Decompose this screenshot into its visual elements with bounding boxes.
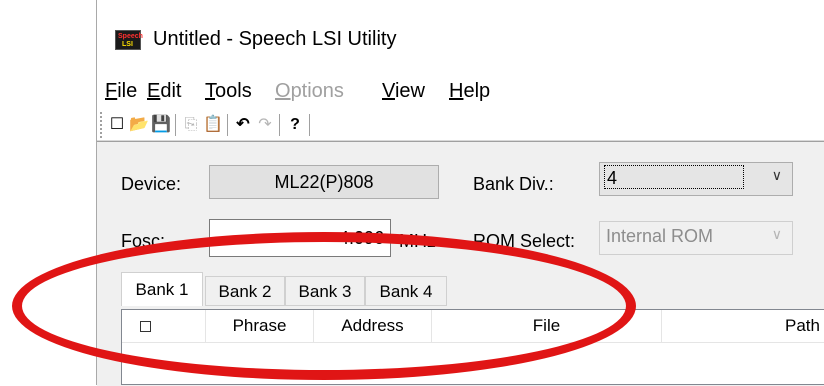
device-label: Device: bbox=[121, 174, 182, 194]
menu-options[interactable]: Options bbox=[275, 80, 344, 103]
toolbar-separator bbox=[175, 114, 176, 136]
column-file[interactable]: File bbox=[432, 310, 662, 342]
select-all-column[interactable] bbox=[122, 310, 206, 342]
bank-div-value: 4 bbox=[604, 165, 744, 189]
copy-icon[interactable]: ⎘ bbox=[181, 114, 201, 136]
fosc-input[interactable]: 4.096 bbox=[209, 219, 391, 257]
device-field: ML22(P)808 bbox=[209, 165, 439, 199]
menu-view[interactable]: View bbox=[382, 80, 425, 103]
redo-icon[interactable]: ↷ bbox=[255, 114, 275, 136]
tab-bank-1[interactable]: Bank 1 bbox=[121, 272, 203, 306]
chevron-down-icon: ∨ bbox=[771, 226, 782, 242]
toolbar-grip[interactable] bbox=[100, 112, 102, 138]
app-window: Speech LSI Untitled - Speech LSI Utility… bbox=[96, 0, 824, 386]
help-icon[interactable]: ? bbox=[285, 114, 305, 136]
chevron-down-icon: ∨ bbox=[771, 167, 782, 183]
column-path[interactable]: Path bbox=[662, 310, 824, 342]
tab-bank-3[interactable]: Bank 3 bbox=[285, 276, 365, 306]
fosc-unit: MHz bbox=[399, 231, 436, 251]
rom-select-value: Internal ROM bbox=[606, 226, 714, 246]
select-all-checkbox[interactable] bbox=[140, 321, 151, 332]
menu-file[interactable]: File bbox=[105, 80, 137, 103]
toolbar: ☐ 📂 💾 ⎘ 📋 ↶ ↷ ? bbox=[97, 110, 824, 141]
column-address[interactable]: Address bbox=[314, 310, 432, 342]
menu-edit[interactable]: Edit bbox=[147, 80, 181, 103]
speech-lsi-app-icon: Speech LSI bbox=[115, 30, 143, 50]
menu-help[interactable]: Help bbox=[449, 80, 490, 103]
undo-icon[interactable]: ↶ bbox=[233, 114, 253, 136]
new-file-icon[interactable]: ☐ bbox=[107, 114, 127, 136]
tab-bank-2[interactable]: Bank 2 bbox=[205, 276, 285, 306]
title-bar: Speech LSI Untitled - Speech LSI Utility bbox=[97, 0, 824, 82]
menu-tools[interactable]: Tools bbox=[205, 80, 252, 103]
rom-select-label: ROM Select: bbox=[473, 231, 576, 251]
window-title: Untitled - Speech LSI Utility bbox=[153, 28, 397, 50]
toolbar-separator bbox=[279, 114, 280, 136]
tab-bank-4[interactable]: Bank 4 bbox=[365, 276, 447, 306]
fosc-label: Fosc: bbox=[121, 231, 166, 251]
column-phrase[interactable]: Phrase bbox=[206, 310, 314, 342]
bank-div-select[interactable]: 4 ∨ bbox=[599, 162, 793, 196]
save-icon[interactable]: 💾 bbox=[151, 114, 171, 136]
rom-select[interactable]: Internal ROM ∨ bbox=[599, 221, 793, 255]
bank-div-label: Bank Div.: bbox=[473, 174, 554, 194]
open-folder-icon[interactable]: 📂 bbox=[129, 114, 149, 136]
phrase-list[interactable]: Phrase Address File Path bbox=[121, 309, 824, 385]
toolbar-separator bbox=[227, 114, 228, 136]
paste-icon[interactable]: 📋 bbox=[203, 114, 223, 136]
menu-bar: File Edit Tools Options View Help bbox=[97, 76, 824, 110]
toolbar-separator bbox=[309, 114, 310, 136]
list-header: Phrase Address File Path bbox=[122, 310, 824, 343]
